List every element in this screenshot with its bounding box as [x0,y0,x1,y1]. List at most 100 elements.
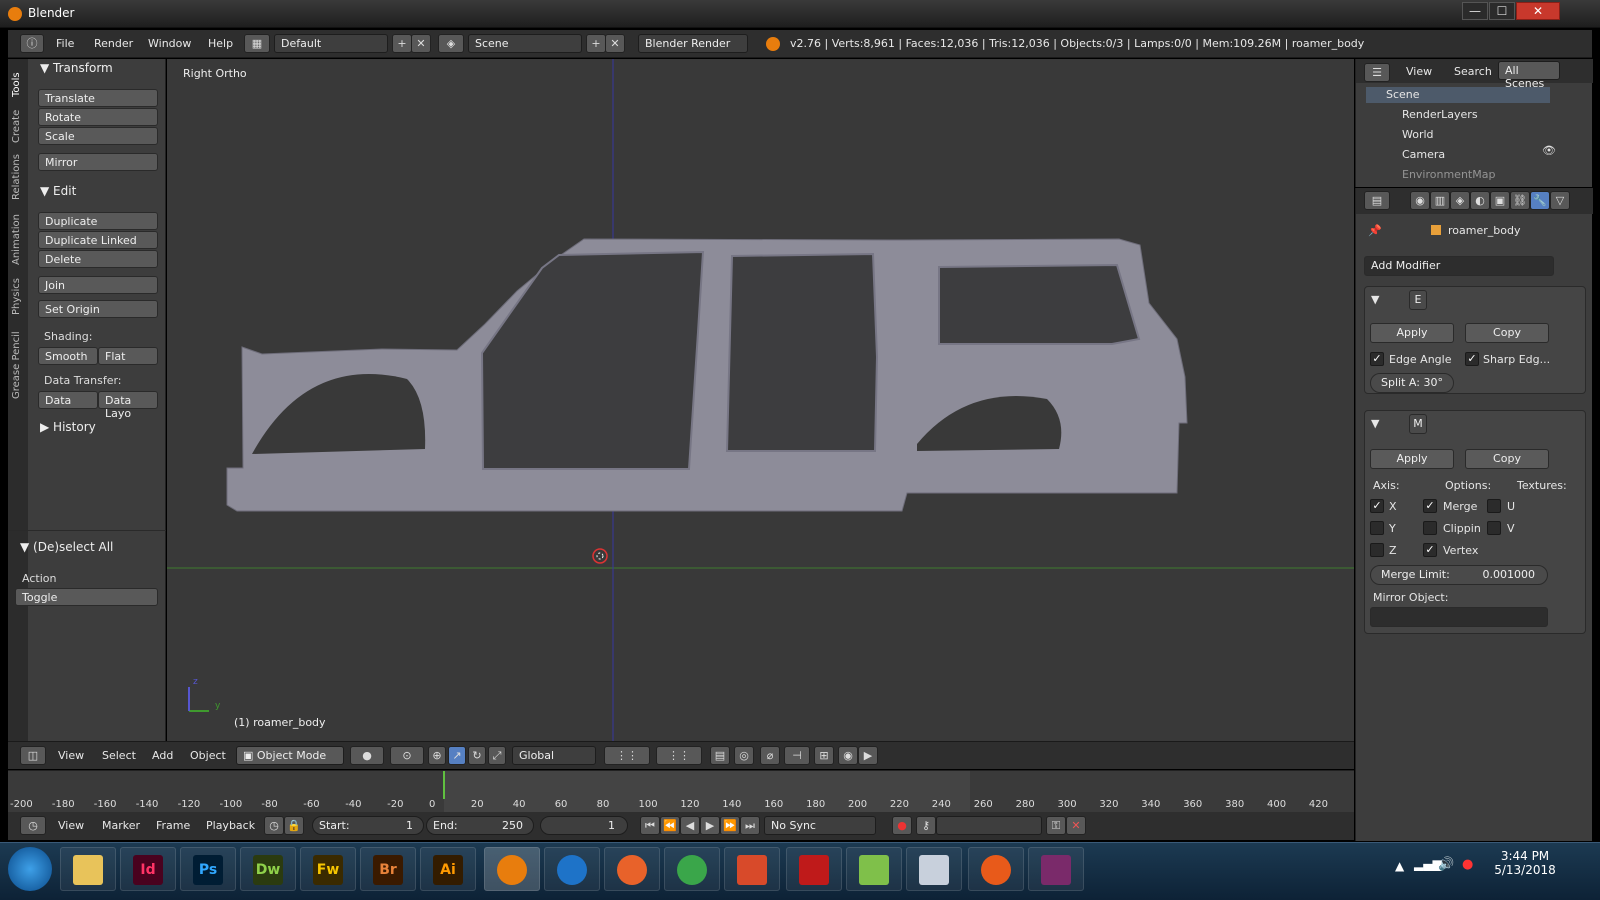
antivirus-icon[interactable]: ● [1462,857,1473,872]
scene-field[interactable]: Scene [468,34,582,53]
edge-split-apply-button[interactable]: Apply [1370,323,1454,343]
snap-element-icon[interactable]: ⊣ [784,746,810,765]
outliner-item-camera[interactable]: Camera [1402,148,1445,161]
outliner-menu-view[interactable]: View [1406,65,1432,78]
pin-icon[interactable]: 📌 [1368,224,1382,237]
menu-select[interactable]: Select [102,749,136,762]
texture-v-checkbox[interactable] [1487,521,1501,535]
mirror-apply-button[interactable]: Apply [1370,449,1454,469]
edit-panel-header[interactable]: ▼ Edit [40,184,76,198]
rotate-manipulator-icon[interactable]: ↻ [468,746,486,765]
rotate-button[interactable]: Rotate [38,108,158,126]
volume-icon[interactable]: 🔊 [1438,857,1454,872]
filezilla-icon[interactable] [786,847,842,891]
tray-arrow-icon[interactable]: ▲ [1395,859,1404,873]
scale-manipulator-icon[interactable]: ⤢ [488,746,506,765]
network-app-icon[interactable] [968,847,1024,891]
3d-viewport[interactable]: Right Ortho z y (1) roamer_body [167,59,1354,741]
jump-start-icon[interactable]: ⏮ [640,816,660,835]
outliner-item-renderlayers[interactable]: RenderLayers [1402,108,1478,121]
indesign-icon[interactable]: Id [120,847,176,891]
editor-type-3d-icon[interactable]: ◫ [20,746,46,765]
illustrator-icon[interactable]: Ai [420,847,476,891]
object-tab-icon[interactable]: ▣ [1490,191,1510,210]
world-tab-icon[interactable]: ◐ [1470,191,1490,210]
edge-split-name-field[interactable]: E [1409,290,1427,310]
axis-x-checkbox[interactable]: ✓ [1370,499,1384,513]
close-button[interactable]: ✕ [1516,2,1560,20]
set-origin-select[interactable]: Set Origin [38,300,158,318]
bridge-icon[interactable]: Br [360,847,416,891]
render-tab-icon[interactable]: ◉ [1410,191,1430,210]
constraints-tab-icon[interactable]: ⛓ [1510,191,1530,210]
eye-icon[interactable]: 👁 [1542,144,1556,158]
layers-tab-icon[interactable]: ▥ [1430,191,1450,210]
chrome-icon[interactable] [664,847,720,891]
edge-split-copy-button[interactable]: Copy [1465,323,1549,343]
sharp-edges-checkbox[interactable]: ✓ [1465,352,1479,366]
clock[interactable]: 3:44 PM 5/13/2018 [1490,849,1560,877]
fireworks-icon[interactable]: Fw [300,847,356,891]
timeline-menu-playback[interactable]: Playback [206,819,255,832]
screen-layout-icon[interactable]: ▦ [244,34,270,53]
opengl-render-icon[interactable]: ▶ [858,746,878,765]
translate-manipulator-icon[interactable]: ↗ [448,746,466,765]
add-scene-icon[interactable]: + [586,34,606,53]
insert-keyframe-icon[interactable]: ⚿ [1046,816,1066,835]
outliner-item-environmentmap[interactable]: EnvironmentMap [1402,168,1495,181]
lock-layers-icon[interactable]: ▤ [710,746,730,765]
texture-u-checkbox[interactable] [1487,499,1501,513]
editor-type-timeline-icon[interactable]: ◷ [20,816,46,835]
snap-icon[interactable]: ⌀ [760,746,780,765]
menu-file[interactable]: File [56,37,74,50]
play-icon[interactable]: ▶ [700,816,720,835]
office-app-icon[interactable] [724,847,780,891]
history-panel-header[interactable]: ▶ History [40,420,96,434]
collapse-icon[interactable]: ▼ [1371,293,1379,306]
screen-layout-field[interactable]: Default [274,34,388,53]
remove-layout-icon[interactable]: ✕ [411,34,431,53]
viewport-shading-icon[interactable]: ● [350,746,384,765]
end-frame-field[interactable]: End: 250 [426,816,534,835]
split-angle-field[interactable]: Split A: 30° [1370,373,1454,393]
outliner-item-world[interactable]: World [1402,128,1434,141]
start-frame-field[interactable]: Start: 1 [312,816,424,835]
data-button[interactable]: Data [38,391,98,409]
axis-y-checkbox[interactable] [1370,521,1384,535]
lock-range-icon[interactable]: 🔒 [284,816,304,835]
menu-object[interactable]: Object [190,749,226,762]
transform-orientation-select[interactable]: Global [512,746,596,765]
tab-relations[interactable]: Relations [11,151,25,203]
editor-type-properties-icon[interactable]: ▤ [1364,191,1390,210]
tab-create[interactable]: Create [11,105,25,147]
layers-1-icon[interactable]: ⋮⋮ [604,746,650,765]
editor-type-info-icon[interactable]: ⓘ [20,34,44,53]
play-reverse-icon[interactable]: ◀ [680,816,700,835]
editor-type-outliner-icon[interactable]: ☰ [1364,63,1390,82]
file-explorer-icon[interactable] [60,847,116,891]
scene-icon[interactable]: ◈ [438,34,464,53]
preview-range-icon[interactable]: ◷ [264,816,284,835]
menu-render[interactable]: Render [94,37,133,50]
outliner-item-scene[interactable]: Scene [1386,88,1420,101]
add-layout-icon[interactable]: + [392,34,412,53]
delete-button[interactable]: Delete [38,250,158,268]
axis-z-checkbox[interactable] [1370,543,1384,557]
outliner-menu-search[interactable]: Search [1454,65,1492,78]
proportional-edit-icon[interactable]: ◎ [734,746,754,765]
blender-taskbar-icon[interactable] [484,847,540,891]
delete-keyframe-icon[interactable]: ✕ [1066,816,1086,835]
notepad-icon[interactable] [846,847,902,891]
minimize-button[interactable]: — [1462,2,1488,20]
winrar-icon[interactable] [1028,847,1084,891]
merge-checkbox[interactable]: ✓ [1423,499,1437,513]
timeline-menu-view[interactable]: View [58,819,84,832]
mode-select[interactable]: ▣ Object Mode [236,746,344,765]
data-tab-icon[interactable]: ▽ [1550,191,1570,210]
start-button[interactable] [8,847,52,891]
timeline-menu-frame[interactable]: Frame [156,819,190,832]
sync-mode-select[interactable]: No Sync [764,816,876,835]
scene-tab-icon[interactable]: ◈ [1450,191,1470,210]
jump-key-forward-icon[interactable]: ⏩ [720,816,740,835]
data-layout-button[interactable]: Data Layo [98,391,158,420]
